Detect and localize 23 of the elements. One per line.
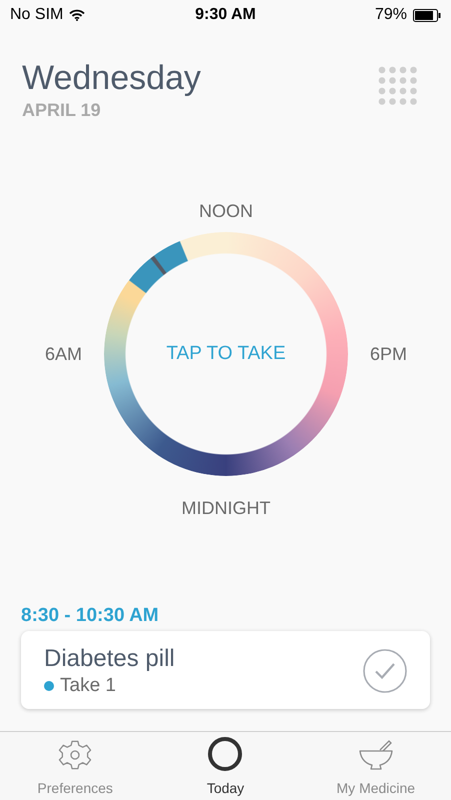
date-subtitle: APRIL 19 [22, 100, 102, 121]
take-button[interactable]: TAP TO TAKE [162, 339, 290, 369]
mortar-and-pestle-icon [358, 738, 394, 772]
battery-percent: 79% [374, 6, 407, 24]
dose-instruction: Take 1 [60, 675, 116, 697]
tab-button[interactable]: My Medicine [300, 732, 451, 800]
ring-icon [207, 736, 244, 772]
midnight-label: MIDNIGHT [182, 498, 270, 519]
noon-label: NOON [199, 201, 253, 222]
morning-label: 6AM [44, 344, 82, 364]
status-time: 9:30 AM [195, 6, 256, 24]
gear-icon [58, 738, 92, 772]
wifi-icon [69, 9, 86, 21]
medicine-card[interactable]: Diabetes pill Take 1 [21, 631, 430, 709]
tab-button[interactable]: Preferences [0, 732, 150, 800]
battery-icon [412, 8, 441, 22]
medicine-name: Diabetes pill [44, 645, 175, 673]
evening-label: 6PM [370, 344, 408, 364]
day-title: Wednesday [22, 58, 201, 98]
time-range: 8:30 - 10:30 AM [21, 605, 160, 627]
carrier-text: No SIM [10, 6, 64, 24]
tab-button[interactable]: Today [150, 732, 301, 800]
check-icon[interactable] [362, 648, 408, 694]
